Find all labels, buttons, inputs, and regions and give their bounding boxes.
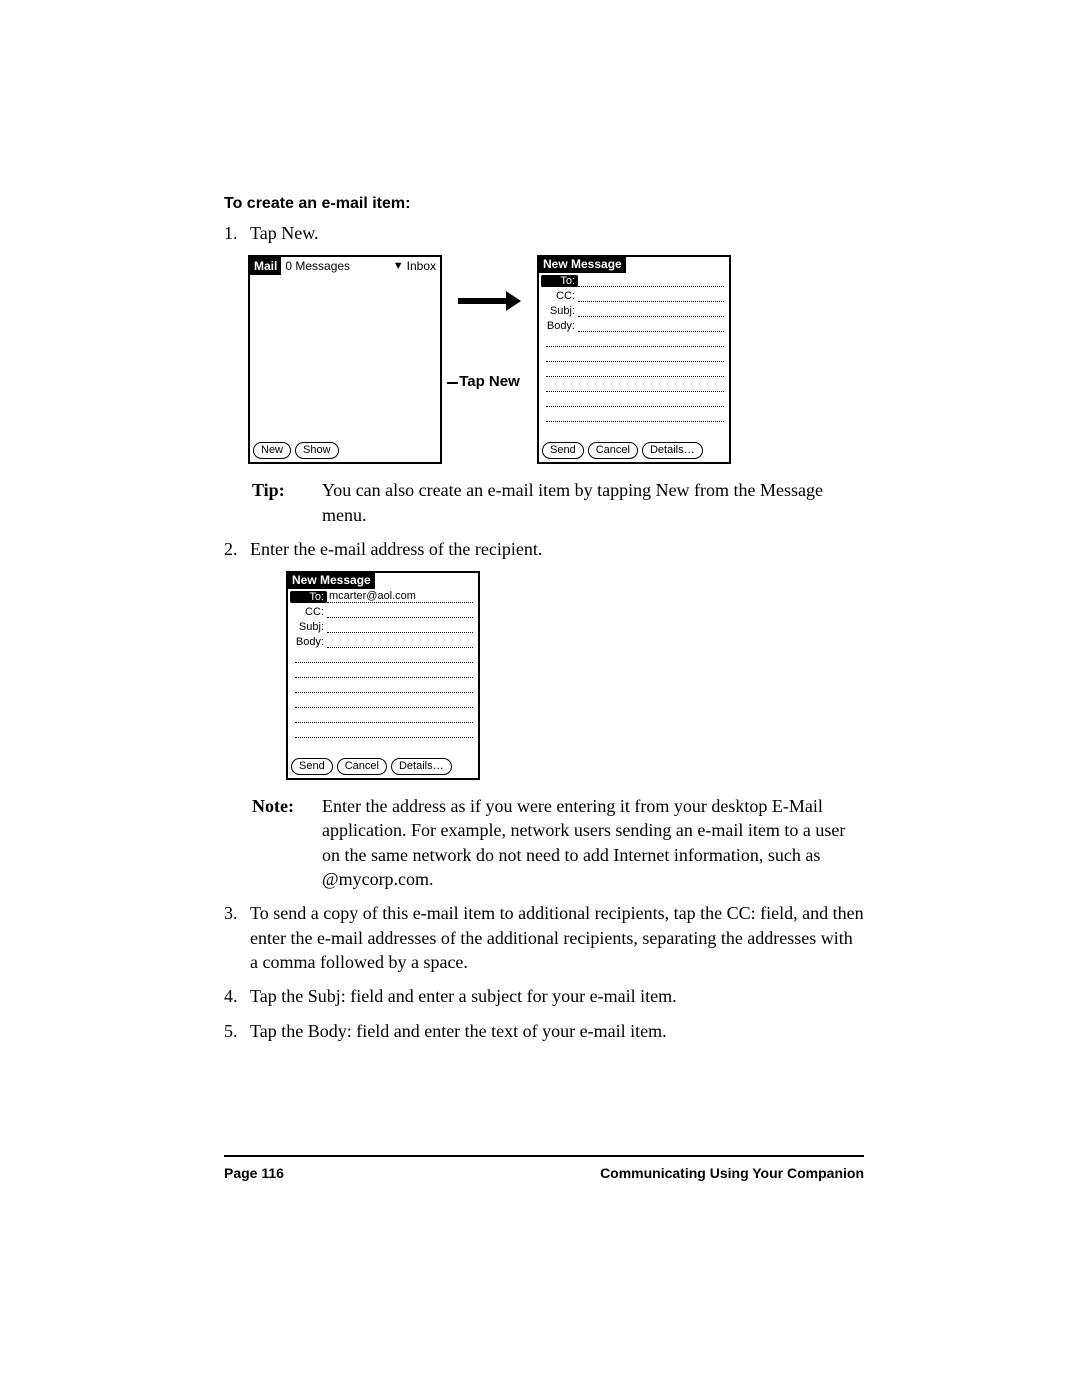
cc-label: CC: [541,290,578,302]
cc-field[interactable] [327,605,473,618]
step-number: 1. [224,221,250,245]
section-heading: To create an e-mail item: [224,195,864,213]
step-number: 2. [224,537,250,561]
show-button[interactable]: Show [295,442,339,459]
step-text: To send a copy of this e-mail item to ad… [250,901,864,974]
chapter-title: Communicating Using Your Companion [600,1165,864,1181]
footer-rule [224,1155,864,1157]
cancel-button[interactable]: Cancel [588,442,638,459]
mail-screen: Mail 0 Messages ▼ Inbox New Show [248,255,442,464]
new-message-screen-filled: New Message To:mcarter@aol.com CC: Subj:… [286,571,480,780]
step-number: 3. [224,901,250,974]
page-footer: Page 116 Communicating Using Your Compan… [224,1165,864,1181]
tip-block: Tip: You can also create an e-mail item … [252,478,864,527]
subj-label: Subj: [290,621,327,633]
step-2: 2. Enter the e-mail address of the recip… [224,537,864,561]
details-button[interactable]: Details… [642,442,703,459]
step-1: 1. Tap New. [224,221,864,245]
tap-new-text: Tap New [459,373,520,390]
arrow-column: Tap New [452,255,527,390]
new-message-screen-blank: New Message To: CC: Subj: Body: Send Can… [537,255,731,464]
mail-app-label: Mail [250,257,281,275]
step-3: 3. To send a copy of this e-mail item to… [224,901,864,974]
diagram-step2: New Message To:mcarter@aol.com CC: Subj:… [286,571,864,780]
arrow-icon [458,291,521,311]
step-5: 5. Tap the Body: field and enter the tex… [224,1019,864,1043]
send-button[interactable]: Send [291,758,333,775]
cc-field[interactable] [578,289,724,302]
tip-text: You can also create an e-mail item by ta… [322,478,864,527]
subj-field[interactable] [578,304,724,317]
note-text: Enter the address as if you were enterin… [322,794,864,891]
dropdown-triangle-icon[interactable]: ▼ [393,260,404,272]
tap-new-callout: Tap New [459,373,520,390]
step-number: 4. [224,984,250,1008]
diagram-step1: Mail 0 Messages ▼ Inbox New Show Tap New [248,255,864,464]
details-button[interactable]: Details… [391,758,452,775]
page-number: Page 116 [224,1165,284,1181]
mail-folder-select[interactable]: Inbox [407,259,440,273]
step-4: 4. Tap the Subj: field and enter a subje… [224,984,864,1008]
body-field[interactable] [327,635,473,648]
tip-label: Tip: [252,478,322,527]
mail-header: Mail 0 Messages ▼ Inbox [250,257,440,275]
new-button[interactable]: New [253,442,291,459]
body-label: Body: [541,320,578,332]
note-block: Note: Enter the address as if you were e… [252,794,864,891]
subj-field[interactable] [327,620,473,633]
body-field[interactable] [578,319,724,332]
cancel-button[interactable]: Cancel [337,758,387,775]
to-field[interactable]: mcarter@aol.com [327,590,473,603]
subj-label: Subj: [541,305,578,317]
note-label: Note: [252,794,322,891]
to-field[interactable] [578,274,724,287]
body-label: Body: [290,636,327,648]
step-text: Tap New. [250,221,864,245]
to-label: To: [290,591,327,603]
mail-message-count: 0 Messages [281,259,350,273]
step-text: Tap the Subj: field and enter a subject … [250,984,864,1008]
step-text: Tap the Body: field and enter the text o… [250,1019,864,1043]
cc-label: CC: [290,606,327,618]
step-number: 5. [224,1019,250,1043]
step-text: Enter the e-mail address of the recipien… [250,537,864,561]
to-label: To: [541,275,578,287]
send-button[interactable]: Send [542,442,584,459]
